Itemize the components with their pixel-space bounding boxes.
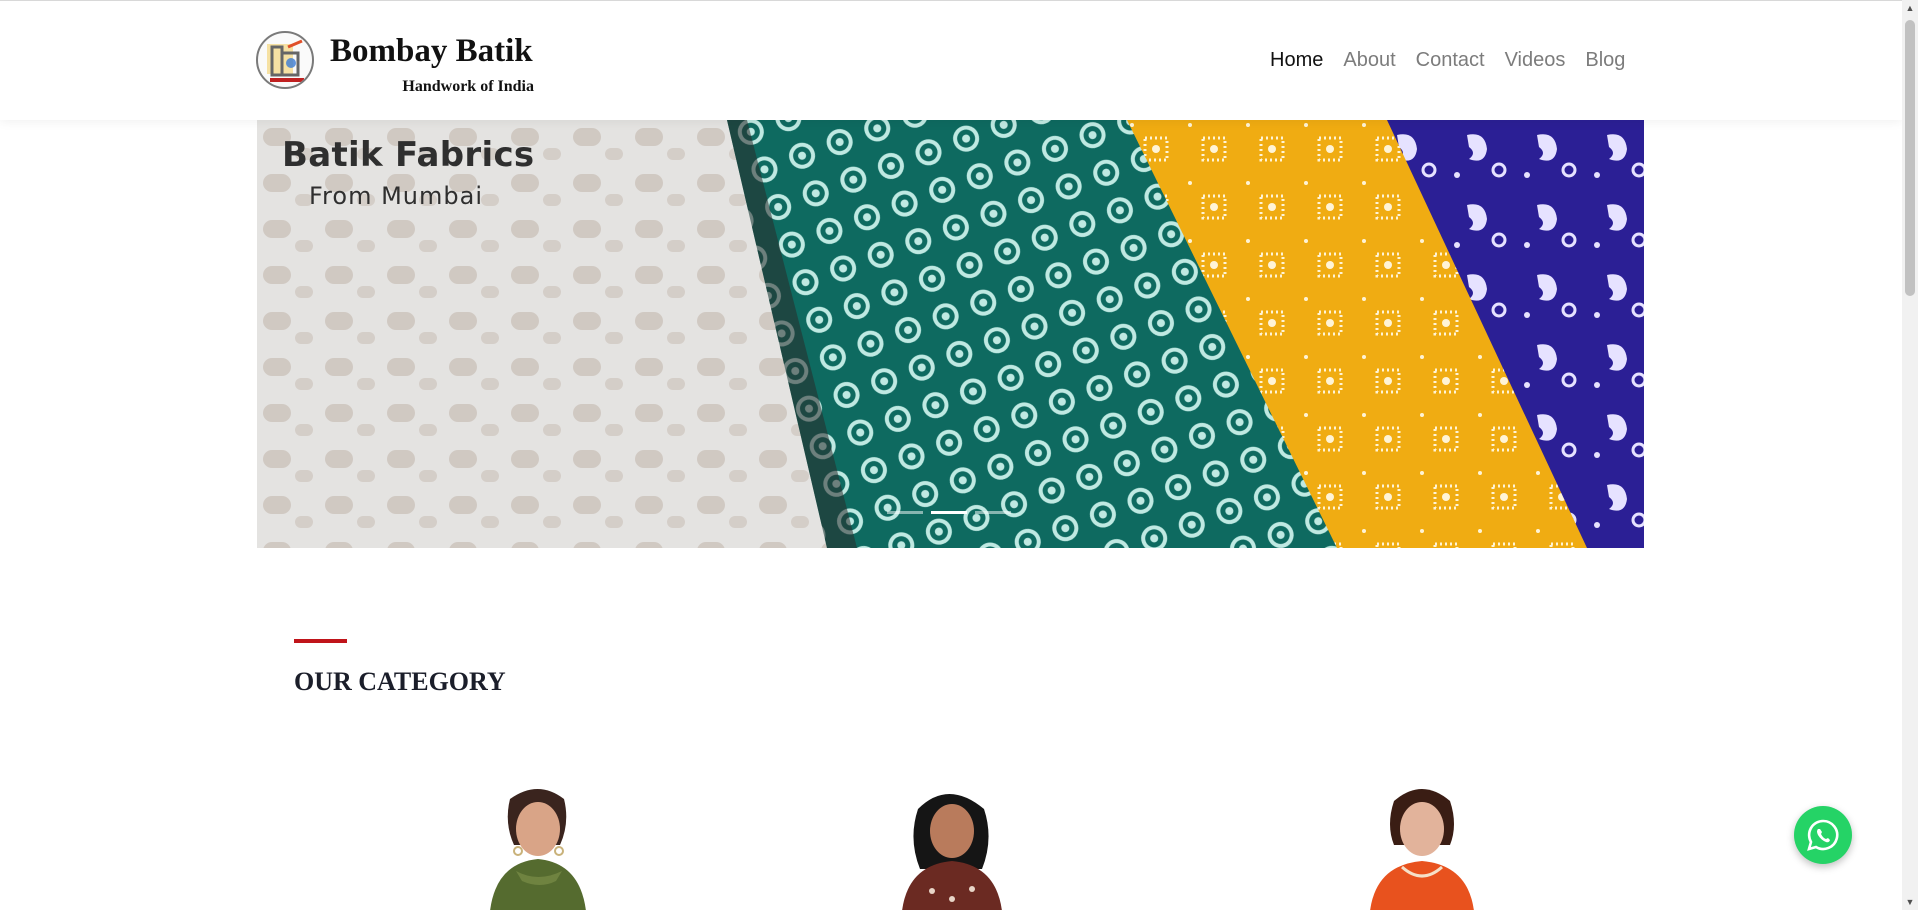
brand-subtitle: Handwork of India [402,78,534,95]
hero-subtitle: From Mumbai [309,182,483,210]
carousel-indicator-1[interactable] [887,511,923,514]
carousel-indicator-2[interactable] [931,511,967,514]
brand[interactable]: Bombay Batik Handwork of India [256,31,534,96]
brand-title: Bombay Batik [330,33,533,69]
carousel-indicator-3[interactable] [975,511,1011,514]
nav-videos[interactable]: Videos [1505,49,1566,72]
category-card-1[interactable] [438,781,638,910]
category-image-3 [1370,789,1474,910]
page-viewport: Bombay Batik Handwork of India Home Abou… [0,0,1902,910]
page-scrollbar[interactable]: ▲ ▼ [1902,0,1918,910]
main-nav: Home About Contact Videos Blog [1270,49,1645,72]
whatsapp-icon [1807,819,1839,851]
nav-blog[interactable]: Blog [1585,49,1625,72]
category-card-3[interactable] [1322,781,1522,910]
category-image-2 [902,794,1002,910]
hero-carousel[interactable]: Batik Fabrics From Mumbai [257,120,1644,548]
whatsapp-button[interactable] [1794,806,1852,864]
brand-text: Bombay Batik Handwork of India [330,31,534,96]
category-accent-bar [294,639,347,643]
nav-about[interactable]: About [1343,49,1395,72]
site-header: Bombay Batik Handwork of India Home Abou… [0,1,1902,120]
scroll-down-arrow-icon[interactable]: ▼ [1902,894,1918,910]
category-card-2[interactable] [852,781,1052,910]
category-heading: OUR CATEGORY [294,667,506,696]
carousel-indicators [887,511,1011,514]
category-image-1 [490,789,586,910]
nav-home[interactable]: Home [1270,49,1323,72]
scroll-up-arrow-icon[interactable]: ▲ [1902,0,1918,16]
hero-title: Batik Fabrics [282,135,535,175]
brand-logo-icon [256,31,314,89]
nav-contact[interactable]: Contact [1416,49,1485,72]
scrollbar-thumb[interactable] [1905,20,1915,296]
